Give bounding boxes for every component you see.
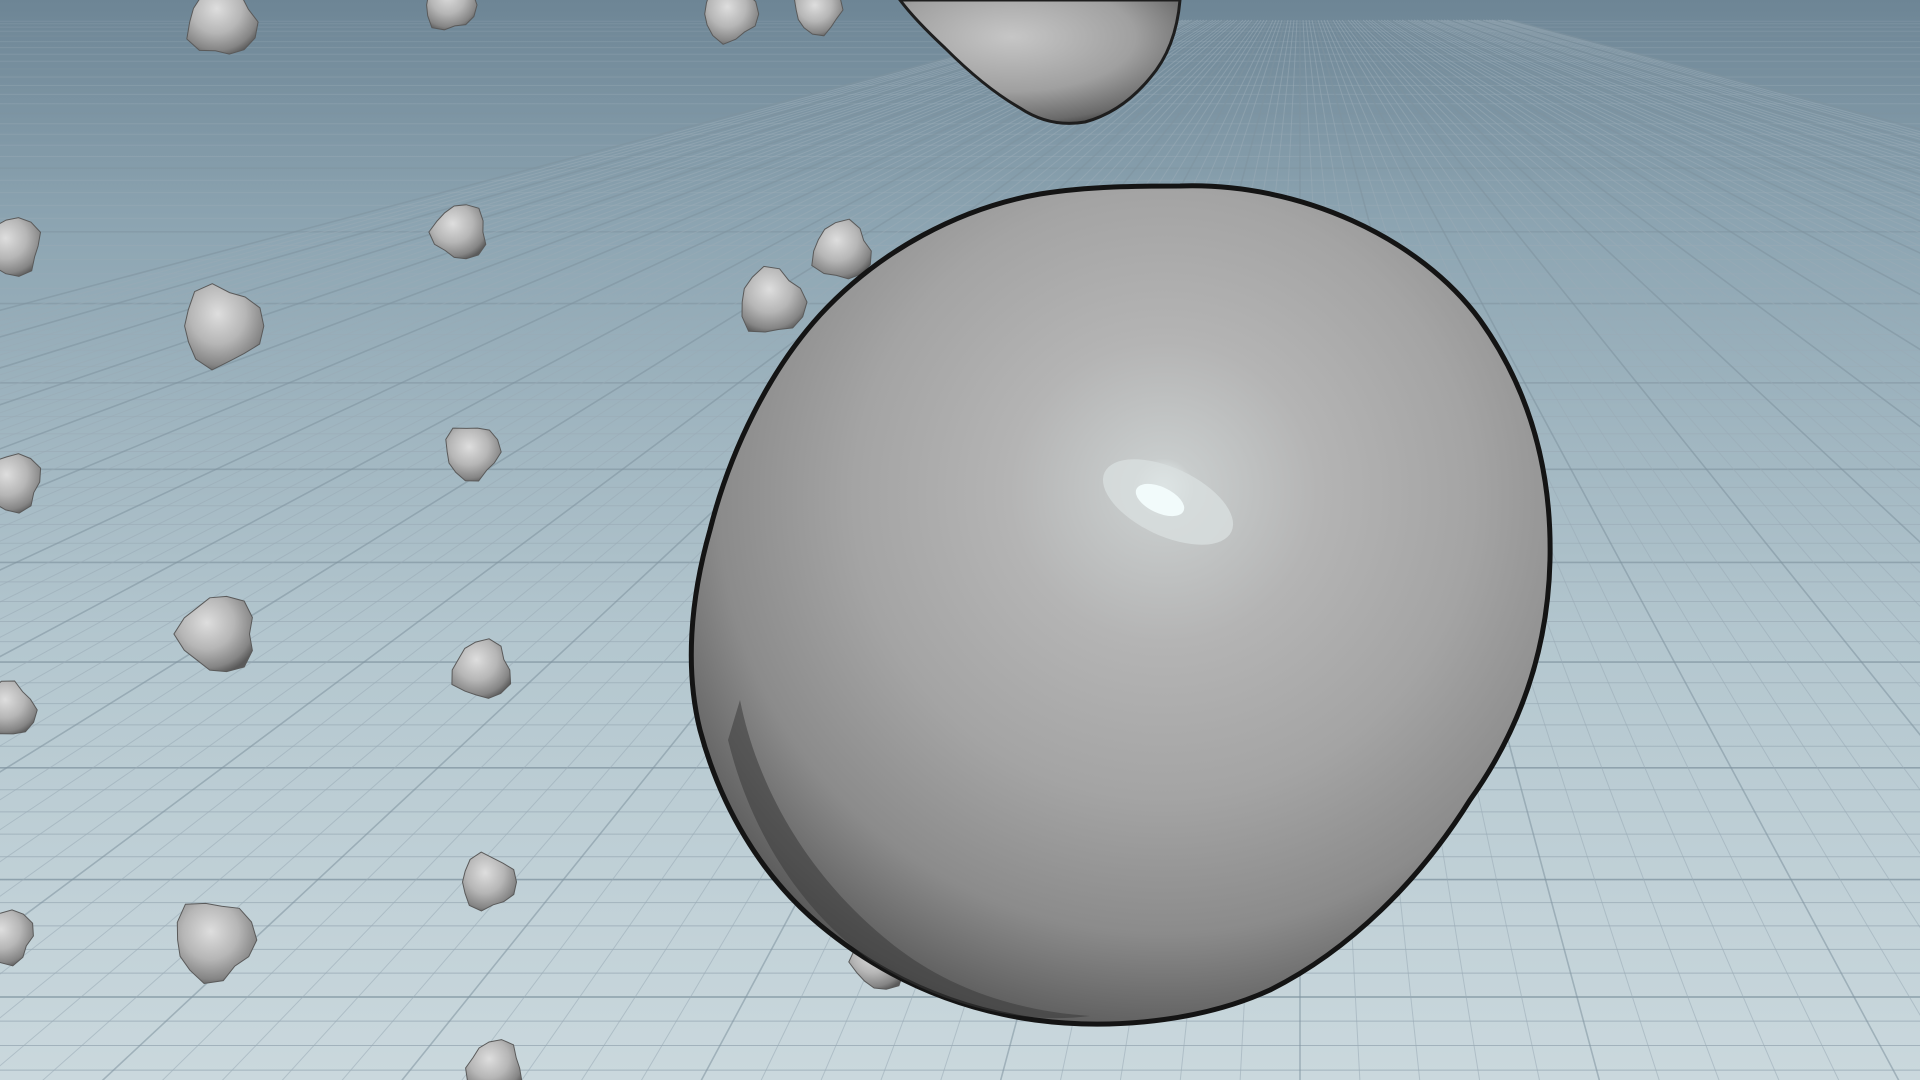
scene-canvas[interactable]: [0, 0, 1920, 1080]
particle-sphere[interactable]: [186, 0, 259, 55]
3d-viewport[interactable]: [0, 0, 1920, 1080]
